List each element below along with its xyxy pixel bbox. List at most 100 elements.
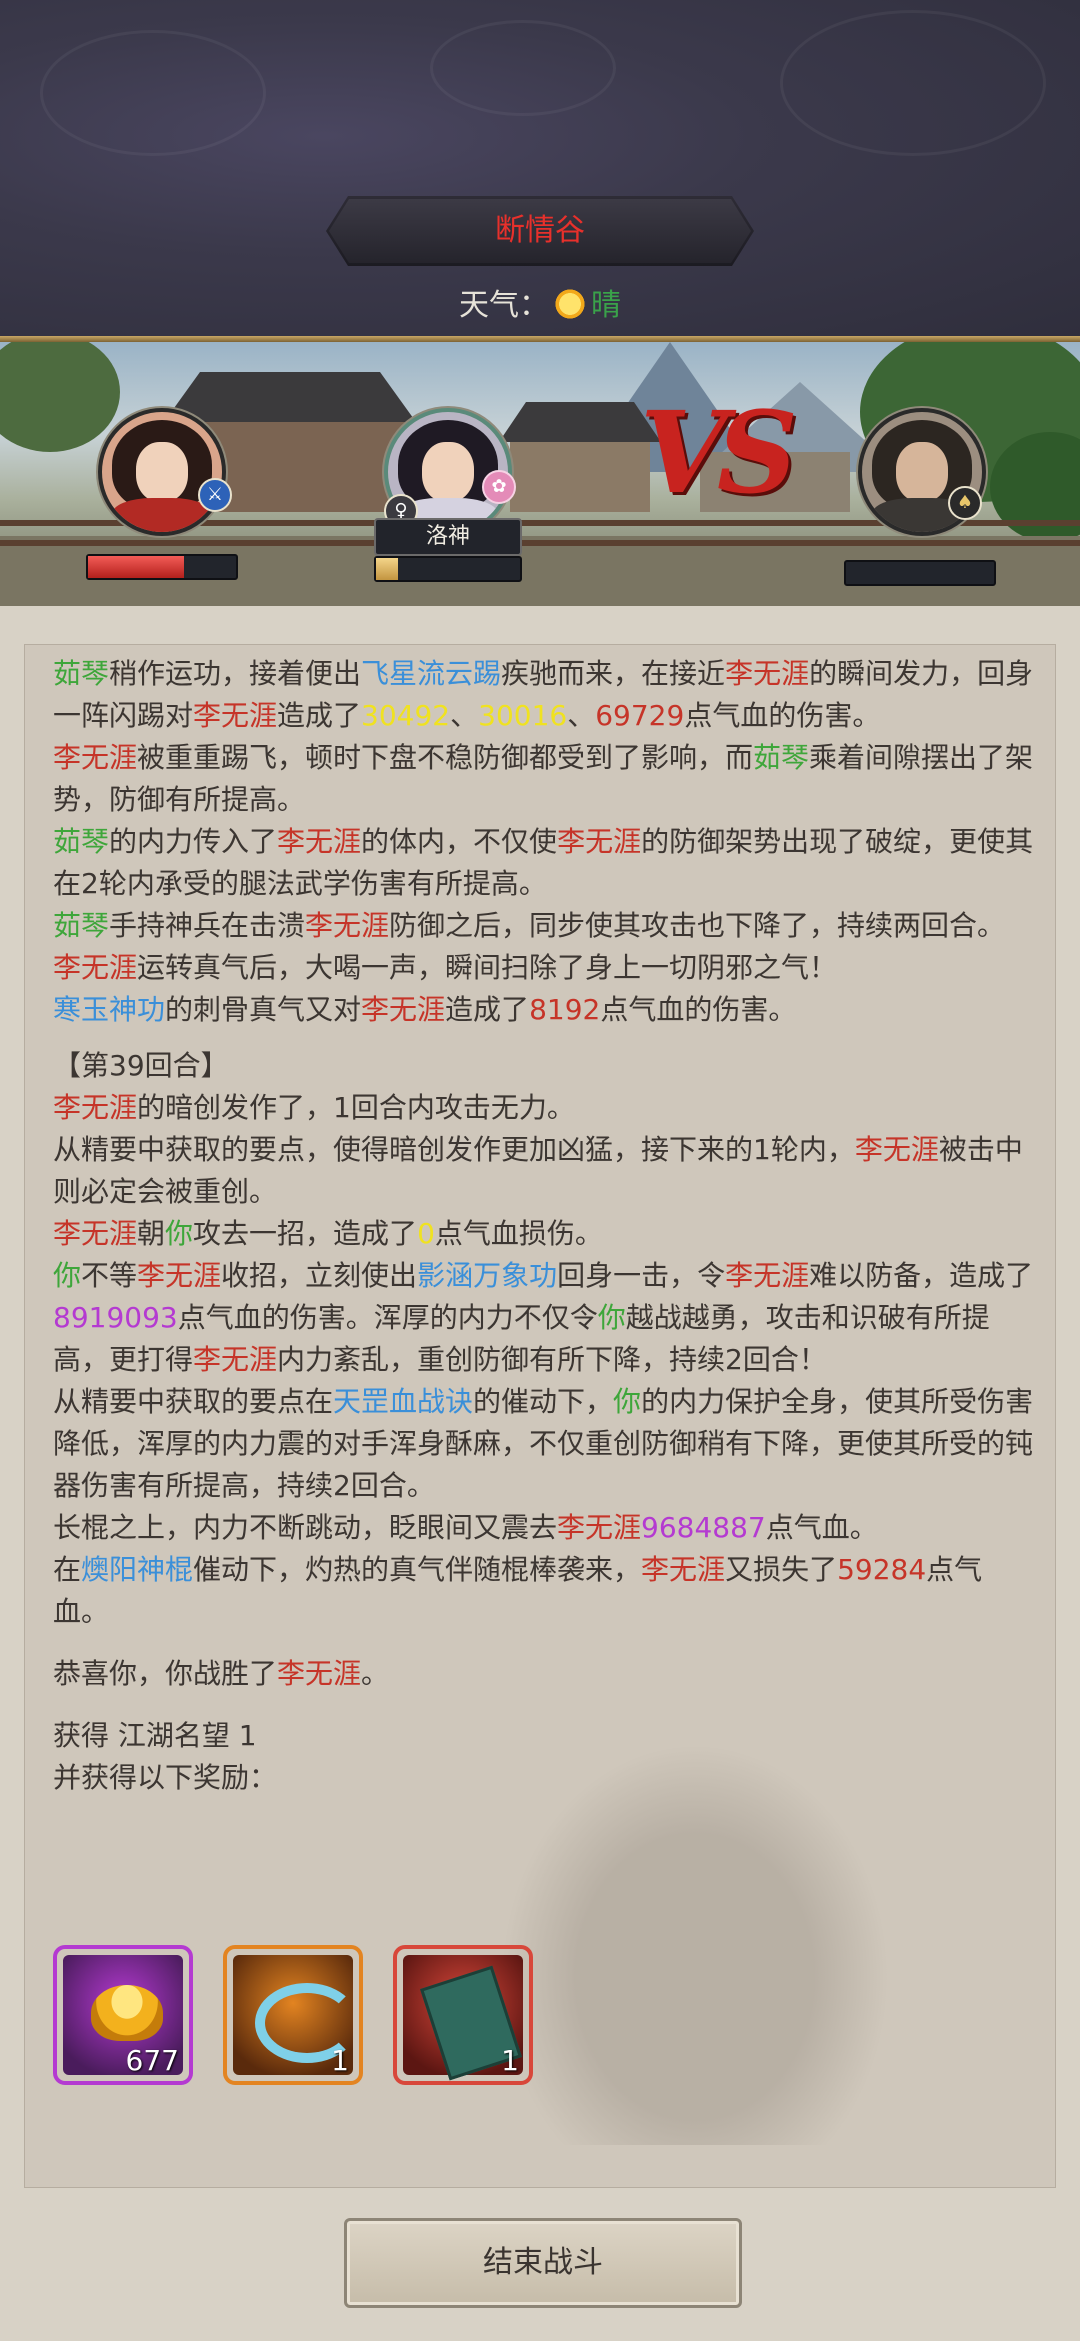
log-text: 造成了 — [277, 699, 362, 732]
ally-highlight: 茹琴 — [53, 657, 110, 690]
player-hp-bar — [86, 554, 238, 580]
skill-highlight: 寒玉神功 — [53, 993, 166, 1026]
name-highlight: 李无涯 — [193, 1343, 278, 1376]
vs-emblem: VS — [640, 388, 798, 519]
log-text: 运转真气后，大喝一声，瞬间扫除了身上一切阴邪之气！ — [137, 951, 838, 984]
name-highlight: 李无涯 — [557, 1511, 642, 1544]
log-text: 疾驰而来，在接近 — [501, 657, 726, 690]
skill-highlight: 天罡血战诀 — [333, 1385, 474, 1418]
ally-highlight: 你 — [165, 1217, 194, 1250]
log-text: 的暗创发作了，1回合内攻击无力。 — [137, 1091, 575, 1124]
name-highlight: 李无涯 — [53, 741, 138, 774]
log-text: 点气血的伤害。 — [600, 993, 797, 1026]
round-title: 【第39回合】 — [53, 1049, 229, 1082]
name-highlight: 李无涯 — [725, 657, 810, 690]
skill-highlight: 燠阳神棍 — [81, 1553, 194, 1586]
log-text: 手持神兵在击溃 — [109, 909, 306, 942]
log-line: 李无涯朝你攻去一招，造成了0点气血损伤。 — [53, 1213, 1037, 1255]
log-text: 点气血损伤。 — [434, 1217, 603, 1250]
pet-energy-fill — [376, 558, 398, 580]
log-text: 收招，立刻使出 — [221, 1259, 418, 1292]
pet-energy-bar — [374, 556, 522, 582]
bell-badge-icon: ♠ — [948, 486, 982, 520]
weather-label: 天气： — [459, 288, 549, 323]
log-text: 回身一击，令 — [557, 1259, 726, 1292]
log-text: 从精要中获取的要点在 — [53, 1385, 334, 1418]
ally-highlight: 茹琴 — [53, 909, 110, 942]
skill-highlight: 影涵万象功 — [417, 1259, 558, 1292]
damage-number: 30016 — [478, 699, 568, 732]
log-line: 李无涯的暗创发作了，1回合内攻击无力。 — [53, 1087, 1037, 1129]
log-text: 。 — [361, 1657, 390, 1690]
crit-damage-number: 8919093 — [53, 1301, 178, 1334]
battle-log-panel[interactable]: 茹琴稍作运功，接着便出飞星流云踢疾驰而来，在接近李无涯的瞬间发力，回身一阵闪踢对… — [24, 644, 1056, 2188]
log-line: 李无涯被重重踢飞，顿时下盘不稳防御都受到了影响，而茹琴乘着间隙摆出了架势，防御有… — [53, 737, 1037, 821]
log-text: 、 — [450, 699, 479, 732]
name-highlight: 69729 — [595, 699, 685, 732]
log-line: 长棍之上，内力不断跳动，眨眼间又震去李无涯9684887点气血。 — [53, 1507, 1037, 1549]
pet-nameplate: 洛神 — [374, 518, 522, 556]
log-text: 催动下，灼热的真气伴随棍棒袭来， — [193, 1553, 642, 1586]
name-highlight: 李无涯 — [137, 1259, 222, 1292]
name-highlight: 李无涯 — [193, 699, 278, 732]
reward-count: 677 — [125, 2044, 179, 2077]
log-line: 从精要中获取的要点，使得暗创发作更加凶猛，接下来的1轮内，李无涯被击中则必定会被… — [53, 1129, 1037, 1213]
reward-gold-ingot[interactable]: 677 — [53, 1945, 193, 2085]
name-highlight: 李无涯 — [53, 1091, 138, 1124]
log-line: 茹琴的内力传入了李无涯的体内，不仅使李无涯的防御架势出现了破绽，更使其在2轮内承… — [53, 821, 1037, 905]
player-hp-fill — [88, 556, 185, 578]
weather-display: 天气： 晴 — [0, 280, 1080, 324]
log-text: 朝 — [137, 1217, 166, 1250]
player-portrait[interactable] — [98, 408, 226, 536]
end-battle-button[interactable]: 结束战斗 — [344, 2218, 742, 2308]
log-line: 寒玉神功的刺骨真气又对李无涯造成了8192点气血的伤害。 — [53, 989, 1037, 1031]
crit-damage-number: 9684887 — [641, 1511, 766, 1544]
log-text: 的催动下， — [473, 1385, 614, 1418]
sword-badge-icon: ⚔ — [198, 478, 232, 512]
name-highlight: 59284 — [837, 1553, 927, 1586]
gold-ingot-icon — [91, 1985, 163, 2041]
reward-cloud-scroll[interactable]: 1 — [223, 1945, 363, 2085]
rewards-label: 并获得以下奖励： — [53, 1761, 278, 1794]
name-highlight: 8192 — [529, 993, 601, 1026]
log-text: 被重重踢飞，顿时下盘不稳防御都受到了影响，而 — [137, 741, 754, 774]
gain-line: 获得 江湖名望 1 — [53, 1719, 257, 1752]
log-text: 又损失了 — [725, 1553, 838, 1586]
name-highlight: 李无涯 — [557, 825, 642, 858]
header-banner: 断情谷 天气： 晴 — [0, 0, 1080, 340]
log-text: 防御之后，同步使其攻击也下降了，持续两回合。 — [389, 909, 1006, 942]
enemy-hp-bar — [844, 560, 996, 586]
battle-log: 茹琴稍作运功，接着便出飞星流云踢疾驰而来，在接近李无涯的瞬间发力，回身一阵闪踢对… — [53, 653, 1037, 1799]
log-text: 点气血。 — [765, 1511, 878, 1544]
log-text: 稍作运功，接着便出 — [109, 657, 362, 690]
log-line: 李无涯运转真气后，大喝一声，瞬间扫除了身上一切阴邪之气！ — [53, 947, 1037, 989]
skill-highlight: 飞星流云踢 — [361, 657, 502, 690]
log-current-round: 李无涯的暗创发作了，1回合内攻击无力。 从精要中获取的要点，使得暗创发作更加凶猛，… — [53, 1087, 1037, 1633]
log-line: 从精要中获取的要点在天罡血战诀的催动下，你的内力保护全身，使其所受伤害降低，浑厚… — [53, 1381, 1037, 1507]
log-text: 的刺骨真气又对 — [165, 993, 362, 1026]
ally-highlight: 茹琴 — [753, 741, 810, 774]
name-highlight: 李无涯 — [277, 1657, 362, 1690]
name-highlight: 李无涯 — [725, 1259, 810, 1292]
log-line: 你不等李无涯收招，立刻使出影涵万象功回身一击，令李无涯难以防备，造成了89190… — [53, 1255, 1037, 1381]
name-highlight: 李无涯 — [53, 1217, 138, 1250]
reward-count: 1 — [331, 2044, 349, 2077]
log-text: 造成了 — [445, 993, 530, 1026]
log-text: 恭喜你，你战胜了 — [53, 1657, 278, 1690]
reward-items: 677 1 1 — [53, 1945, 653, 2095]
reward-count: 1 — [501, 2044, 519, 2077]
reward-book[interactable]: 1 — [393, 1945, 533, 2085]
ally-highlight: 你 — [613, 1385, 642, 1418]
log-text: 点气血的伤害。浑厚的内力不仅令 — [177, 1301, 598, 1334]
log-text: 攻去一招，造成了 — [193, 1217, 418, 1250]
log-text: 点气血的伤害。 — [684, 699, 881, 732]
log-text: 内力紊乱，重创防御有所下降，持续2回合！ — [277, 1343, 827, 1376]
lotus-icon: ✿ — [482, 470, 516, 504]
sun-icon — [553, 287, 587, 321]
name-highlight: 李无涯 — [854, 1133, 939, 1166]
log-text: 、 — [567, 699, 596, 732]
victory-line: 恭喜你，你战胜了李无涯。 — [53, 1653, 1037, 1695]
location-name: 断情谷 — [495, 213, 585, 248]
name-highlight: 李无涯 — [277, 825, 362, 858]
name-highlight: 李无涯 — [53, 951, 138, 984]
